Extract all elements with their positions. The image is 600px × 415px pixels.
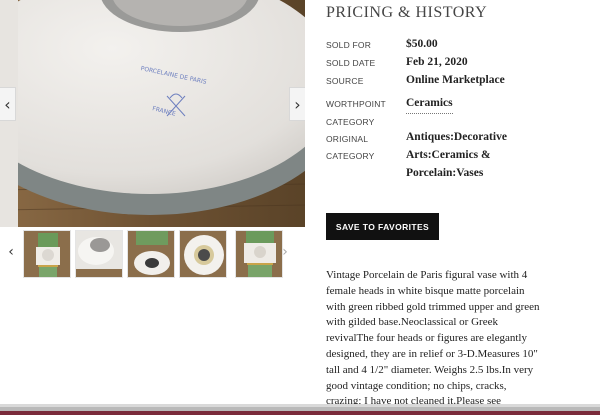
worthpoint-category-label: WORTHPOINT [326, 99, 386, 109]
chevron-left-icon: ‹ [4, 94, 11, 114]
thumbnail-prev-button[interactable]: ‹ [4, 242, 18, 262]
thumbnail-5[interactable] [235, 230, 283, 278]
gallery-prev-button[interactable]: ‹ [0, 87, 16, 121]
thumbnail-4[interactable] [179, 230, 227, 278]
chevron-left-icon: ‹ [8, 244, 14, 260]
chevron-right-icon: › [282, 244, 288, 260]
vase-thumbnail-image [180, 231, 226, 277]
vase-thumbnail-image [24, 231, 70, 277]
thumbnail-2[interactable] [75, 230, 123, 278]
vase-base-photo [0, 0, 305, 227]
original-category-value-line1: Antiques:Decorative [406, 131, 507, 143]
sold-for-label: SOLD FOR [326, 40, 372, 50]
main-product-image[interactable]: PORCELAINE DE PARIS FRANCE [0, 0, 305, 227]
footer-divider [0, 404, 600, 415]
original-category-label-line2: CATEGORY [326, 151, 375, 161]
save-to-favorites-button[interactable]: SAVE TO FAVORITES [326, 213, 439, 240]
thumbnail-1[interactable] [23, 230, 71, 278]
source-value: Online Marketplace [406, 74, 505, 86]
thumbnail-3[interactable] [127, 230, 175, 278]
chevron-right-icon: › [294, 94, 301, 114]
vase-thumbnail-image [76, 231, 122, 277]
thumbnail-next-button[interactable]: › [278, 242, 292, 262]
sold-date-value: Feb 21, 2020 [406, 56, 468, 68]
worthpoint-category-label-line2: CATEGORY [326, 117, 375, 127]
section-title: PRICING & HISTORY [326, 4, 488, 21]
gallery-next-button[interactable]: › [289, 87, 305, 121]
vase-thumbnail-image [236, 231, 282, 277]
original-category-value-line3: Porcelain:Vases [406, 167, 484, 179]
worthpoint-category-link[interactable]: Ceramics [406, 95, 453, 114]
sold-for-value: $50.00 [406, 38, 438, 50]
vase-thumbnail-image [128, 231, 174, 277]
source-label: SOURCE [326, 76, 364, 86]
sold-date-label: SOLD DATE [326, 58, 376, 68]
original-category-value-line2: Arts:Ceramics & [406, 149, 491, 161]
item-description: Vintage Porcelain de Paris figural vase … [326, 269, 540, 408]
thumbnail-strip: ‹ › [0, 228, 305, 280]
original-category-label: ORIGINAL [326, 134, 369, 144]
